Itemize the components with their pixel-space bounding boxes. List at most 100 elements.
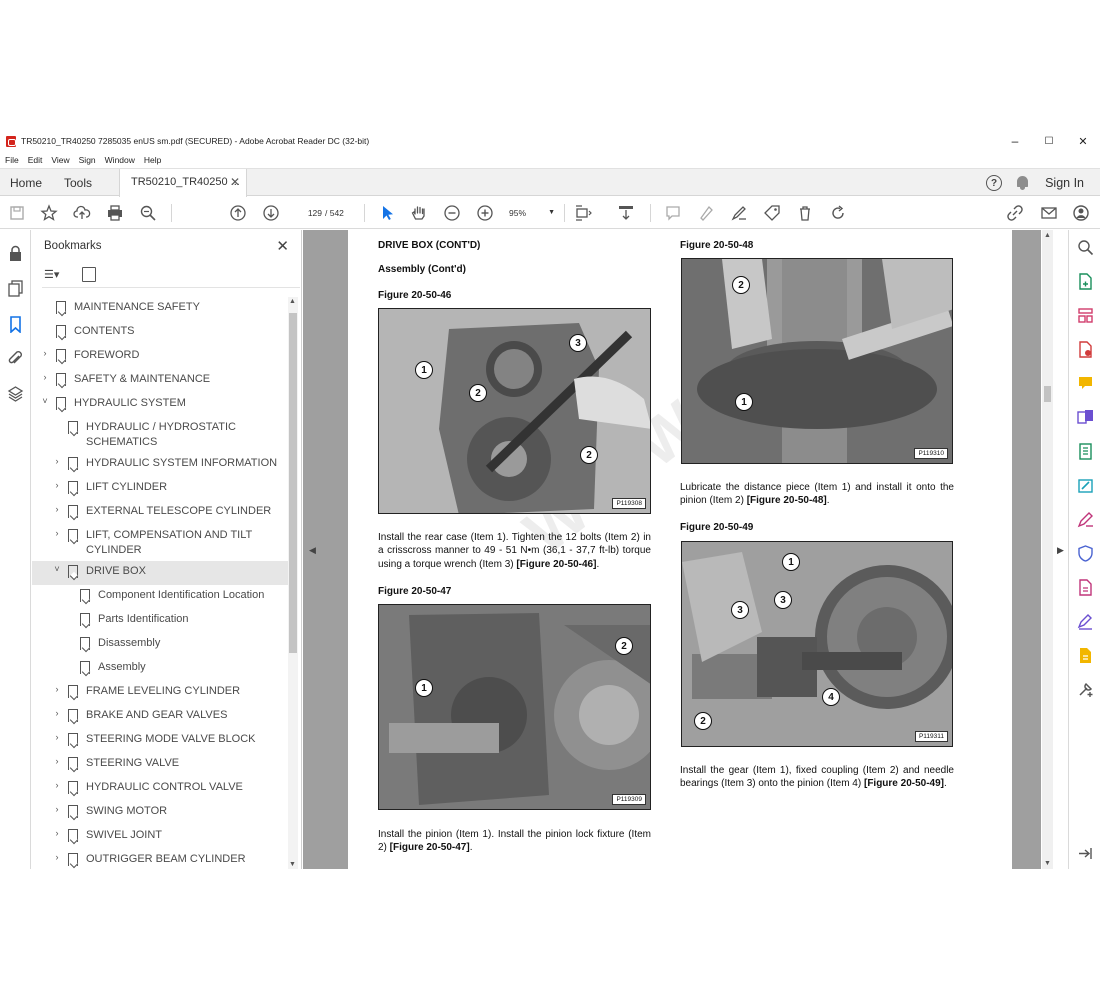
bookmark-item[interactable]: › FRAME LEVELING CYLINDER <box>32 681 288 705</box>
scroll-down-icon[interactable]: ▼ <box>1044 860 1051 867</box>
more-tools-icon[interactable] <box>1077 681 1094 698</box>
menu-edit[interactable]: Edit <box>28 155 43 165</box>
chevron-right-icon[interactable]: › <box>52 780 62 790</box>
chevron-right-icon[interactable]: › <box>52 756 62 766</box>
scroll-up-icon[interactable]: ▲ <box>289 298 296 305</box>
bookmark-item[interactable]: ˅ HYDRAULIC SYSTEM <box>32 393 288 417</box>
zoom-in-icon[interactable] <box>476 204 494 222</box>
chevron-right-icon[interactable]: › <box>52 828 62 838</box>
export-pdf-icon[interactable] <box>1077 341 1094 358</box>
hand-tool-icon[interactable] <box>410 204 428 222</box>
chevron-right-icon[interactable]: › <box>52 708 62 718</box>
stamp-tag-icon[interactable] <box>763 204 781 222</box>
bookmark-item[interactable]: › SAFETY & MAINTENANCE <box>32 369 288 393</box>
email-icon[interactable] <box>1040 204 1058 222</box>
save-icon[interactable] <box>8 204 26 222</box>
menu-help[interactable]: Help <box>144 155 161 165</box>
share-link-icon[interactable] <box>1006 204 1024 222</box>
page-thumbnails-icon[interactable] <box>7 280 24 297</box>
help-icon[interactable]: ? <box>986 175 1003 191</box>
menu-sign[interactable]: Sign <box>79 155 96 165</box>
edit-pdf-icon[interactable] <box>1077 477 1094 494</box>
previous-page-icon[interactable] <box>229 204 247 222</box>
send-review-icon[interactable] <box>1077 647 1094 664</box>
chevron-down-icon[interactable]: ˅ <box>52 564 62 574</box>
chevron-right-icon[interactable]: › <box>52 528 62 538</box>
bookmark-item[interactable]: › LIFT CYLINDER <box>32 477 288 501</box>
bookmark-item[interactable]: › HYDRAULIC CONTROL VALVE <box>32 777 288 801</box>
bookmark-item[interactable]: › STEERING VALVE <box>32 753 288 777</box>
tab-home[interactable]: Home <box>10 176 42 190</box>
chevron-right-icon[interactable]: › <box>52 480 62 490</box>
scroll-up-icon[interactable]: ▲ <box>1044 232 1051 239</box>
minimize-button[interactable]: – <box>998 131 1032 151</box>
scroll-down-icon[interactable]: ▼ <box>289 861 296 868</box>
tab-close-icon[interactable]: ✕ <box>230 175 240 189</box>
prepare-form-icon[interactable] <box>1077 579 1094 596</box>
menu-view[interactable]: View <box>51 155 69 165</box>
bookmark-item[interactable]: › FOREWORD <box>32 345 288 369</box>
document-viewport[interactable]: ◀ WWW. DRIVE BOX (CONT'D) Assembly (Cont… <box>303 230 1041 869</box>
bookmarks-scrollbar[interactable]: ▲ ▼ <box>288 297 298 869</box>
chevron-right-icon[interactable]: › <box>52 504 62 514</box>
protect-shield-icon[interactable] <box>1077 545 1094 562</box>
bookmark-item[interactable]: › OUTRIGGER BEAM CYLINDER <box>32 849 288 869</box>
create-pdf-icon[interactable] <box>1077 273 1094 290</box>
menu-window[interactable]: Window <box>105 155 135 165</box>
bookmark-item[interactable]: MAINTENANCE SAFETY <box>32 297 288 321</box>
organize-pages-icon[interactable] <box>1077 307 1094 324</box>
tab-tools[interactable]: Tools <box>64 176 92 190</box>
select-cursor-icon[interactable] <box>378 204 396 222</box>
draw-sign-icon[interactable] <box>730 204 748 222</box>
bookmarks-panel-icon[interactable] <box>7 316 24 333</box>
delete-trash-icon[interactable] <box>796 204 814 222</box>
bookmark-item[interactable]: Parts Identification <box>32 609 288 633</box>
bookmark-item[interactable]: › LIFT, COMPENSATION AND TILT CYLINDER <box>32 525 288 561</box>
bookmark-item[interactable]: › HYDRAULIC SYSTEM INFORMATION <box>32 453 288 477</box>
fit-page-icon[interactable] <box>574 204 592 222</box>
close-panel-icon[interactable]: ✕ <box>276 237 289 255</box>
chevron-right-icon[interactable]: › <box>52 804 62 814</box>
menu-file[interactable]: File <box>5 155 19 165</box>
bookmark-item[interactable]: CONTENTS <box>32 321 288 345</box>
chevron-down-icon[interactable]: ˅ <box>40 396 50 406</box>
bookmark-item[interactable]: Assembly <box>32 657 288 681</box>
bookmark-item[interactable]: › EXTERNAL TELESCOPE CYLINDER <box>32 501 288 525</box>
bookmark-item[interactable]: › BRAKE AND GEAR VALVES <box>32 705 288 729</box>
chevron-right-icon[interactable]: › <box>40 372 50 382</box>
next-page-icon[interactable] <box>262 204 280 222</box>
zoom-tool-icon[interactable] <box>1077 239 1094 256</box>
maximize-button[interactable]: ☐ <box>1032 131 1066 151</box>
sign-in-button[interactable]: Sign In <box>1045 176 1084 190</box>
tab-document[interactable]: TR50210_TR40250 ... ✕ <box>119 169 247 197</box>
zoom-out-icon[interactable] <box>443 204 461 222</box>
chevron-right-icon[interactable]: › <box>52 732 62 742</box>
chevron-right-icon[interactable]: › <box>40 348 50 358</box>
fill-sign-icon[interactable] <box>1077 511 1094 528</box>
bookmark-item[interactable]: › STEERING MODE VALVE BLOCK <box>32 729 288 753</box>
upload-cloud-icon[interactable] <box>73 204 91 222</box>
comment-tool-icon[interactable] <box>1077 375 1094 392</box>
chevron-right-icon[interactable]: › <box>52 684 62 694</box>
zoom-level-select[interactable]: 95% ▼ <box>509 205 559 221</box>
chevron-right-icon[interactable]: › <box>52 456 62 466</box>
notifications-bell-icon[interactable] <box>1016 176 1029 190</box>
close-window-button[interactable]: ✕ <box>1066 131 1100 151</box>
chevron-right-icon[interactable]: › <box>52 852 62 862</box>
scroll-thumb[interactable] <box>289 313 297 653</box>
bookmark-item[interactable]: › SWING MOTOR <box>32 801 288 825</box>
page-number-input[interactable]: 129 <box>292 205 322 221</box>
zoom-search-icon[interactable] <box>139 204 157 222</box>
collapse-tools-icon[interactable] <box>1077 845 1094 862</box>
options-menu-icon[interactable]: ☰▾ <box>44 268 59 281</box>
redo-rotate-icon[interactable] <box>829 204 847 222</box>
find-bookmark-icon[interactable] <box>82 267 96 282</box>
bookmark-item[interactable]: › SWIVEL JOINT <box>32 825 288 849</box>
expand-right-panel-icon[interactable]: ▶ <box>1057 545 1064 556</box>
attachments-paperclip-icon[interactable] <box>7 350 24 367</box>
bookmark-item[interactable]: Component Identification Location <box>32 585 288 609</box>
document-scrollbar[interactable]: ▲ ▼ <box>1042 230 1053 869</box>
bookmark-item[interactable]: HYDRAULIC / HYDROSTATIC SCHEMATICS <box>32 417 288 453</box>
document-scroll-thumb[interactable] <box>1044 386 1051 402</box>
collapse-left-panel-icon[interactable]: ◀ <box>309 545 316 556</box>
